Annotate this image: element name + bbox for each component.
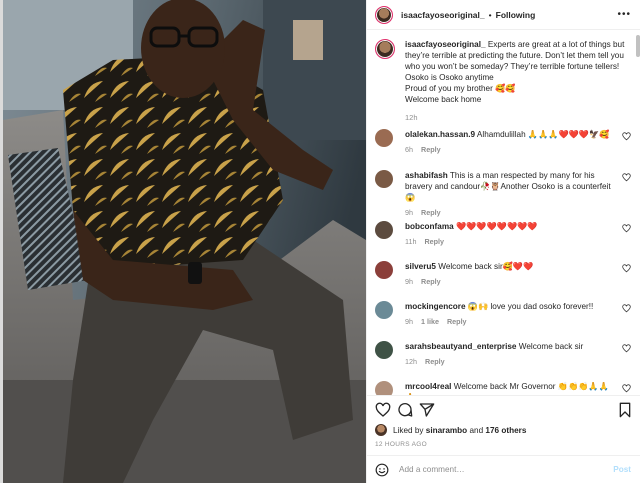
comment-time: 11h [405,237,417,246]
comment-username[interactable]: bobconfama [405,222,454,231]
commenter-avatar[interactable] [375,221,393,239]
like-comment-icon[interactable] [622,173,631,182]
like-comment-icon[interactable] [622,264,631,273]
post-actions-bar [367,395,640,421]
comment-time: 9h [405,317,413,326]
post-photo[interactable] [3,0,366,483]
comment-text: Welcome back sir🥰❤️❤️ [438,262,534,271]
comment-username[interactable]: mockingencore [405,302,466,311]
comment-item: silveru5 Welcome back sir🥰❤️❤️ 9h Reply [375,261,633,286]
emoji-icon[interactable] [375,463,389,477]
caption-username[interactable]: isaacfayoseoriginal_ [405,40,486,49]
header-separator: • [488,9,492,20]
likes-and: and [469,425,484,435]
liker-username[interactable]: sinarambo [426,426,467,435]
reply-button[interactable]: Reply [424,237,444,246]
post-image [3,0,366,483]
comments-scroll-area[interactable]: isaacfayoseoriginal_ Experts are great a… [367,31,640,395]
author-username[interactable]: isaacfayoseoriginal_ [401,10,485,20]
likes-summary: Liked by sinarambo and 176 others [375,424,526,436]
post-caption: isaacfayoseoriginal_ Experts are great a… [375,39,633,122]
add-comment-input[interactable]: Add a comment… [399,465,465,474]
share-icon[interactable] [419,402,435,418]
like-comment-icon[interactable] [622,304,631,313]
post-time-ago: 12 HOURS AGO [375,441,428,448]
heart-icon[interactable] [375,402,391,418]
add-comment-bar: Add a comment… Post [367,455,640,483]
comment-text: Alhamdulillah 🙏🙏🙏❤️❤️❤️🦅🥰 [476,130,610,139]
commenter-avatar[interactable] [375,261,393,279]
reply-button[interactable]: Reply [421,208,441,217]
like-comment-icon[interactable] [622,384,631,393]
comment-username[interactable]: mrcool4real [405,382,451,391]
post-header: isaacfayoseoriginal_ • Following ••• [367,0,640,30]
comment-time: 9h [405,277,413,286]
comment-username[interactable]: silveru5 [405,262,436,271]
comment-username[interactable]: sarahsbeautyand_enterprise [405,342,517,351]
reply-button[interactable]: Reply [421,277,441,286]
comment-like-count[interactable]: 1 like [421,317,439,326]
comment-item: olalekan.hassan.9 Alhamdulillah 🙏🙏🙏❤️❤️❤… [375,129,633,154]
comment-username[interactable]: olalekan.hassan.9 [405,130,475,139]
commenter-avatar[interactable] [375,129,393,147]
reply-button[interactable]: Reply [421,145,441,154]
comment-time: 12h [405,357,417,366]
comment-icon[interactable] [397,402,413,418]
caption-line-2: Osoko is Osoko anytime [405,73,494,82]
like-comment-icon[interactable] [622,224,631,233]
liker-avatar[interactable] [375,424,387,436]
like-comment-icon[interactable] [622,132,631,141]
comment-username[interactable]: ashabifash [405,171,448,180]
likes-others-link[interactable]: 176 others [485,426,526,435]
commenter-avatar[interactable] [375,341,393,359]
reply-button[interactable]: Reply [425,357,445,366]
commenter-avatar[interactable] [375,170,393,188]
commenter-avatar[interactable] [375,301,393,319]
caption-line-3: Proud of you my brother 🥰🥰 [405,84,516,93]
comment-text: 😱🙌 love you dad osoko forever!! [467,302,594,311]
post-side-panel: isaacfayoseoriginal_ • Following ••• isa… [366,0,640,483]
comment-item: mockingencore 😱🙌 love you dad osoko fore… [375,301,633,326]
comment-time: 6h [405,145,413,154]
comment-item: bobconfama ❤️❤️❤️❤️❤️❤️❤️❤️ 11h Reply [375,221,633,246]
bookmark-icon[interactable] [617,402,633,418]
comment-text: ❤️❤️❤️❤️❤️❤️❤️❤️ [455,222,538,231]
comment-time: 9h [405,208,413,217]
comment-text: Welcome back sir [518,342,584,351]
comment-item: ashabifash This is a man respected by ma… [375,170,633,217]
following-button[interactable]: Following [496,10,536,20]
caption-line-4: Welcome back home [405,95,482,104]
comment-item: mrcool4real Welcome back Mr Governor 👏👏👏… [375,381,633,395]
comment-item: sarahsbeautyand_enterprise Welcome back … [375,341,633,366]
caption-avatar[interactable] [375,39,395,59]
reply-button[interactable]: Reply [447,317,467,326]
author-avatar[interactable] [375,5,393,24]
scrollbar-thumb[interactable] [636,35,640,57]
caption-time: 12h [405,113,418,122]
commenter-avatar[interactable] [375,381,393,395]
like-comment-icon[interactable] [622,344,631,353]
post-comment-button[interactable]: Post [613,465,631,474]
likes-prefix: Liked by [393,425,424,435]
more-options-icon[interactable]: ••• [617,9,631,20]
